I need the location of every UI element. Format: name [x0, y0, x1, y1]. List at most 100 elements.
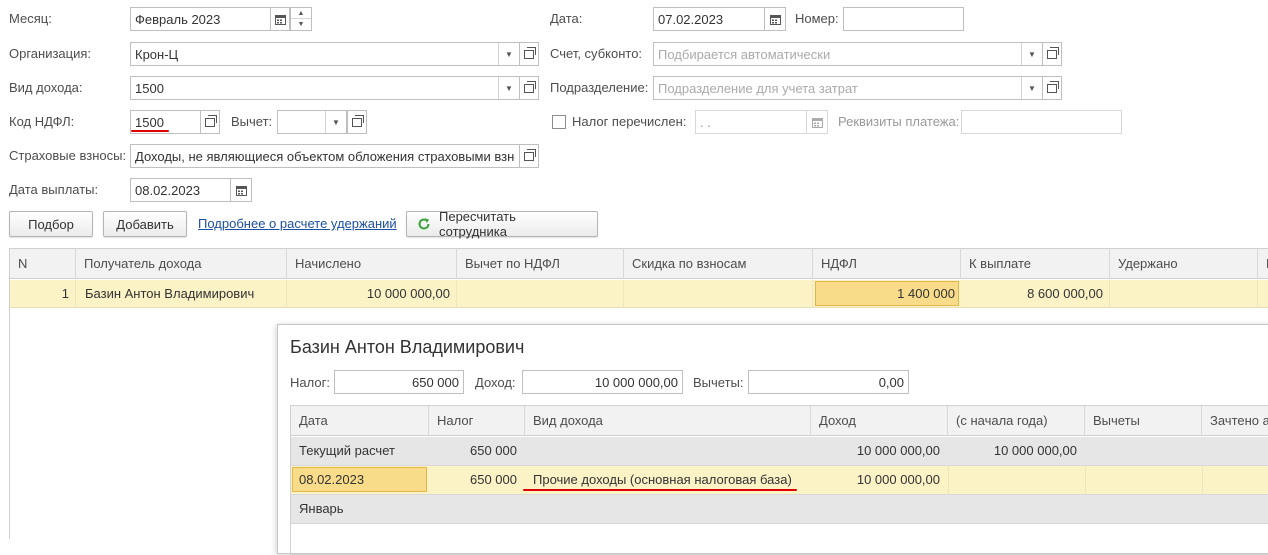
chevron-down-icon[interactable]: ▼ — [325, 111, 346, 133]
popup-col-tax[interactable]: Налог — [429, 406, 525, 436]
insurance-open-icon[interactable] — [519, 144, 539, 168]
table-row[interactable]: 1 Базин Антон Владимирович 10 000 000,00… — [10, 280, 1268, 308]
calendar-icon[interactable] — [270, 7, 290, 31]
income-type-field[interactable]: 1500 ▼ — [130, 76, 520, 100]
org-value: Крон-Ц — [135, 46, 179, 62]
dept-open-icon[interactable] — [1042, 76, 1062, 100]
calc-details-link[interactable]: Подробнее о расчете удержаний — [198, 216, 397, 231]
income-type-open-icon[interactable] — [519, 76, 539, 100]
org-label: Организация: — [9, 46, 92, 61]
pay-date-label: Дата выплаты: — [9, 182, 99, 197]
popup-tax-value: 650 000 — [412, 374, 459, 390]
col-header-accrued[interactable]: Начислено — [287, 249, 457, 279]
number-label: Номер: — [795, 11, 839, 26]
popup-deductions-label: Вычеты: — [693, 375, 744, 390]
popup-detail-date: 08.02.2023 — [299, 472, 365, 487]
ndfl-code-value: 1500 — [135, 114, 164, 130]
popup-col-divider — [1085, 466, 1086, 494]
tax-paid-label: Налог перечислен: — [572, 114, 687, 129]
popup-col-income[interactable]: Доход — [811, 406, 948, 436]
popup-col-date[interactable]: Дата — [291, 406, 429, 436]
popup-deductions-field[interactable]: 0,00 — [748, 370, 909, 394]
deduction-open-icon[interactable] — [347, 110, 367, 134]
org-field[interactable]: Крон-Ц ▼ — [130, 42, 520, 66]
spin-down-icon[interactable]: ▼ — [291, 19, 311, 30]
calendar-icon[interactable] — [806, 110, 828, 134]
date-label: Дата: — [550, 11, 583, 26]
chevron-down-icon[interactable]: ▼ — [1021, 43, 1042, 65]
number-field[interactable] — [843, 7, 964, 31]
chevron-down-icon[interactable]: ▼ — [498, 43, 519, 65]
col-header-n[interactable]: N — [10, 249, 76, 279]
org-open-icon[interactable] — [519, 42, 539, 66]
month-spinner[interactable]: ▲ ▼ — [290, 7, 312, 31]
spin-up-icon[interactable]: ▲ — [291, 8, 311, 19]
payment-details-field[interactable] — [961, 110, 1122, 134]
col-header-ndfl[interactable]: НДФЛ — [813, 249, 961, 279]
refresh-icon — [418, 218, 430, 230]
popup-current-ytd: 10 000 000,00 — [993, 443, 1077, 458]
chevron-down-icon[interactable]: ▼ — [1021, 77, 1042, 99]
dept-placeholder: Подразделение для учета затрат — [658, 80, 858, 96]
popup-table[interactable]: Дата Налог Вид дохода Доход (с начала го… — [290, 405, 1268, 555]
popup-tax-field[interactable]: 650 000 — [334, 370, 464, 394]
tax-paid-checkbox[interactable] — [552, 115, 566, 129]
popup-current-date: Текущий расчет — [299, 443, 395, 458]
popup-tax-label: Налог: — [290, 375, 330, 390]
popup-current-income: 10 000 000,00 — [856, 443, 940, 458]
popup-income-label: Доход: — [475, 375, 516, 390]
popup-row-current[interactable]: Текущий расчет 650 000 10 000 000,00 10 … — [291, 437, 1268, 466]
select-button[interactable]: Подбор — [9, 211, 93, 237]
payment-details-label: Реквизиты платежа: — [838, 114, 960, 129]
deduction-field[interactable]: ▼ — [277, 110, 347, 134]
account-open-icon[interactable] — [1042, 42, 1062, 66]
month-label: Месяц: — [9, 11, 52, 26]
ndfl-code-open-icon[interactable] — [200, 110, 220, 134]
calendar-icon[interactable] — [230, 178, 252, 202]
tax-paid-date-value: . . — [700, 114, 711, 130]
calendar-icon[interactable] — [764, 7, 786, 31]
cell-ndfl-deduction — [457, 280, 624, 308]
col-header-extra[interactable]: В — [1258, 249, 1268, 279]
account-field[interactable]: Подбирается автоматически ▼ — [653, 42, 1043, 66]
chevron-down-icon[interactable]: ▼ — [498, 77, 519, 99]
income-type-value: 1500 — [135, 80, 164, 96]
popup-col-divider — [948, 466, 949, 494]
col-header-recipient[interactable]: Получатель дохода — [76, 249, 287, 279]
cell-ndfl: 1 400 000 — [897, 286, 955, 301]
col-header-ndfl-deduction[interactable]: Вычет по НДФЛ — [457, 249, 624, 279]
popup-row-january[interactable]: Январь — [291, 495, 1268, 524]
insurance-field[interactable]: Доходы, не являющиеся объектом обложения… — [130, 144, 520, 168]
account-label: Счет, субконто: — [550, 46, 643, 61]
popup-table-header: Дата Налог Вид дохода Доход (с начала го… — [291, 406, 1268, 436]
pay-date-value: 08.02.2023 — [135, 182, 201, 198]
popup-col-ytd[interactable]: (с начала года) — [948, 406, 1085, 436]
popup-col-credited[interactable]: Зачтено а — [1202, 406, 1268, 436]
pay-date-field[interactable]: 08.02.2023 — [130, 178, 231, 202]
month-value: Февраль 2023 — [135, 11, 221, 27]
month-field[interactable]: Февраль 2023 — [130, 7, 271, 31]
popup-col-income-type[interactable]: Вид дохода — [525, 406, 811, 436]
popup-detail-tax: 650 000 — [470, 472, 517, 487]
col-header-discount[interactable]: Скидка по взносам — [624, 249, 813, 279]
account-placeholder: Подбирается автоматически — [658, 46, 831, 62]
dept-label: Подразделение: — [550, 80, 649, 95]
cell-to-pay: 8 600 000,00 — [961, 280, 1110, 308]
col-header-withheld[interactable]: Удержано — [1110, 249, 1258, 279]
popup-title: Базин Антон Владимирович — [290, 337, 525, 357]
date-field[interactable]: 07.02.2023 — [653, 7, 765, 31]
date-value: 07.02.2023 — [658, 11, 724, 27]
recalc-button[interactable]: Пересчитать сотрудника — [406, 209, 598, 239]
tax-paid-date-field[interactable]: . . — [695, 110, 807, 134]
ndfl-code-label: Код НДФЛ: — [9, 114, 75, 129]
insurance-value: Доходы, не являющиеся объектом обложения… — [135, 148, 515, 164]
cell-recipient: Базин Антон Владимирович — [76, 280, 287, 308]
add-button[interactable]: Добавить — [103, 211, 187, 237]
cell-withheld — [1110, 280, 1258, 308]
col-header-to-pay[interactable]: К выплате — [961, 249, 1110, 279]
popup-income-value: 10 000 000,00 — [594, 374, 678, 390]
popup-col-deductions[interactable]: Вычеты — [1085, 406, 1202, 436]
popup-income-field[interactable]: 10 000 000,00 — [522, 370, 683, 394]
cell-accrued: 10 000 000,00 — [287, 280, 457, 308]
dept-field[interactable]: Подразделение для учета затрат ▼ — [653, 76, 1043, 100]
